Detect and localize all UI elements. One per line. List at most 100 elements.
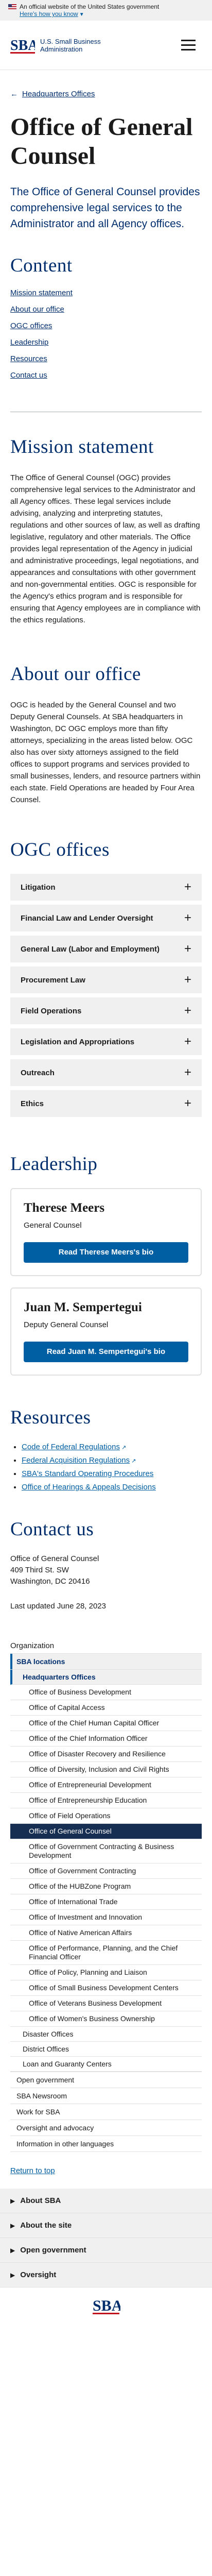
- contact-heading: Contact us: [10, 1519, 94, 1540]
- chevron-right-icon: ▶: [10, 2246, 15, 2254]
- page-lede: The Office of General Counsel provides c…: [10, 186, 200, 230]
- sidenav-item[interactable]: Office of Government Contracting: [10, 1863, 202, 1879]
- accordion-label: Ethics: [21, 1099, 44, 1108]
- resource-link-far[interactable]: Federal Acquisition Regulations: [22, 1456, 130, 1465]
- sidenav-item[interactable]: Office of the HUBZone Program: [10, 1879, 202, 1894]
- toc-link-contact-us[interactable]: Contact us: [10, 371, 47, 380]
- sidenav-item[interactable]: Office of the Chief Information Officer: [10, 1731, 202, 1747]
- sba-logo-link[interactable]: SBA U.S. Small Business Administration: [10, 36, 101, 55]
- toc-link-ogc-offices[interactable]: OGC offices: [10, 321, 52, 330]
- content-heading: Content: [10, 255, 73, 276]
- sidenav-sba-locations[interactable]: SBA locations: [10, 1654, 202, 1669]
- footer-label: Oversight: [20, 2270, 57, 2279]
- address-line: Office of General Counsel: [10, 1554, 99, 1563]
- plus-icon: +: [184, 973, 191, 987]
- toc-link-about-our-office[interactable]: About our office: [10, 305, 64, 314]
- last-updated: Last updated June 28, 2023: [10, 1602, 106, 1611]
- return-to-top-link[interactable]: Return to top: [10, 2166, 202, 2175]
- menu-button[interactable]: [181, 35, 202, 56]
- sidenav-item-current[interactable]: Office of General Counsel: [10, 1824, 202, 1839]
- sidenav-item[interactable]: Office of Business Development: [10, 1685, 202, 1700]
- sba-logo-text: U.S. Small Business Administration: [40, 38, 101, 53]
- resource-link-sop[interactable]: SBA's Standard Operating Procedures: [22, 1469, 153, 1478]
- external-link-icon: ↗: [131, 1458, 136, 1464]
- footer-accordion-about-sba[interactable]: ▶ About SBA: [0, 2189, 212, 2213]
- accordion-item-field-operations[interactable]: Field Operations +: [10, 997, 202, 1024]
- plus-icon: +: [184, 911, 191, 925]
- sidenav-disaster-offices[interactable]: Disaster Offices: [10, 2027, 202, 2042]
- accordion-label: Outreach: [21, 1068, 55, 1077]
- chevron-down-icon: ▼: [79, 12, 84, 18]
- sidenav-oversight-advocacy[interactable]: Oversight and advocacy: [10, 2120, 202, 2136]
- sidenav-item[interactable]: Office of Field Operations: [10, 1808, 202, 1824]
- toc-link-leadership[interactable]: Leadership: [10, 338, 48, 347]
- accordion-item-procurement-law[interactable]: Procurement Law +: [10, 967, 202, 993]
- hamburger-icon: [181, 49, 196, 50]
- sidenav-item[interactable]: Office of Diversity, Inclusion and Civil…: [10, 1762, 202, 1777]
- sidenav-work-for-sba[interactable]: Work for SBA: [10, 2104, 202, 2120]
- accordion-item-legislation[interactable]: Legislation and Appropriations +: [10, 1028, 202, 1055]
- site-header: SBA U.S. Small Business Administration: [0, 21, 212, 70]
- sba-logo-icon: SBA: [10, 38, 35, 54]
- sidenav-item[interactable]: Office of Entrepreneurial Development: [10, 1777, 202, 1793]
- sidenav-headquarters-offices[interactable]: Headquarters Offices: [10, 1670, 202, 1685]
- sidenav-hq-list: Office of Business Development Office of…: [10, 1685, 202, 2027]
- toc-link-mission-statement[interactable]: Mission statement: [10, 289, 73, 297]
- resource-link-cfr[interactable]: Code of Federal Regulations: [22, 1443, 120, 1451]
- sidenav-district-offices[interactable]: District Offices: [10, 2042, 202, 2057]
- sidenav-item[interactable]: Office of Performance, Planning, and the…: [10, 1941, 202, 1965]
- resource-link-oha[interactable]: Office of Hearings & Appeals Decisions: [22, 1483, 156, 1492]
- about-heading: About our office: [10, 664, 141, 685]
- sidenav-item[interactable]: Office of Entrepreneurship Education: [10, 1793, 202, 1808]
- sidenav-item[interactable]: Office of Native American Affairs: [10, 1925, 202, 1941]
- accordion-item-financial-law[interactable]: Financial Law and Lender Oversight +: [10, 905, 202, 931]
- sidenav-loan-guaranty-centers[interactable]: Loan and Guaranty Centers: [10, 2057, 202, 2072]
- sidenav-item[interactable]: Office of Small Business Development Cen…: [10, 1980, 202, 1996]
- leader-name: Therese Meers: [24, 1201, 105, 1215]
- chevron-right-icon: ▶: [10, 2222, 15, 2229]
- external-link-icon: ↗: [121, 1445, 127, 1451]
- site-footer: ▶ About SBA ▶ About the site ▶ Open governm…: [0, 2189, 212, 2324]
- sidenav-item[interactable]: Office of Capital Access: [10, 1700, 202, 1716]
- sidenav-item[interactable]: Office of the Chief Human Capital Office…: [10, 1716, 202, 1731]
- sidenav-item[interactable]: Office of Women's Business Ownership: [10, 2011, 202, 2027]
- leader-role: General Counsel: [24, 1221, 82, 1230]
- sidenav-open-government[interactable]: Open government: [10, 2072, 202, 2088]
- leader-role: Deputy General Counsel: [24, 1320, 109, 1329]
- sidenav-item[interactable]: Office of Disaster Recovery and Resilien…: [10, 1747, 202, 1762]
- sidenav-item[interactable]: Office of Investment and Innovation: [10, 1910, 202, 1925]
- resource-label: Federal Acquisition Regulations: [22, 1456, 130, 1465]
- footer-label: About the site: [20, 2221, 72, 2230]
- plus-icon: +: [184, 1096, 191, 1110]
- sidenav-other-languages[interactable]: Information in other languages: [10, 2136, 202, 2151]
- heres-how-label: Here's how you know: [20, 10, 78, 18]
- sidenav-item[interactable]: Office of Policy, Planning and Liaison: [10, 1965, 202, 1980]
- mission-text: The Office of General Counsel (OGC) prov…: [10, 473, 201, 624]
- read-bio-button[interactable]: Read Therese Meers's bio: [24, 1242, 188, 1263]
- address-line: 409 Third St. SW: [10, 1566, 69, 1574]
- hamburger-icon: [181, 44, 196, 46]
- breadcrumb-link-headquarters-offices[interactable]: Headquarters Offices: [22, 90, 95, 98]
- accordion-item-outreach[interactable]: Outreach +: [10, 1059, 202, 1086]
- accordion-item-ethics[interactable]: Ethics +: [10, 1090, 202, 1117]
- accordion-item-litigation[interactable]: Litigation +: [10, 874, 202, 901]
- accordion-label: Field Operations: [21, 1006, 82, 1015]
- read-bio-button[interactable]: Read Juan M. Sempertegui's bio: [24, 1342, 188, 1362]
- accordion-item-general-law[interactable]: General Law (Labor and Employment) +: [10, 936, 202, 962]
- sidenav-item[interactable]: Office of Government Contracting & Busin…: [10, 1839, 202, 1863]
- sidenav-item[interactable]: Office of Veterans Business Development: [10, 1996, 202, 2011]
- heres-how-you-know-link[interactable]: Here's how you know ▼: [20, 10, 84, 18]
- footer-logo-area: SBA: [0, 2287, 212, 2324]
- chevron-right-icon: ▶: [10, 2197, 15, 2205]
- accordion-label: General Law (Labor and Employment): [21, 944, 160, 954]
- accordion-label: Procurement Law: [21, 975, 85, 985]
- sidenav-item[interactable]: Office of International Trade: [10, 1894, 202, 1910]
- plus-icon: +: [184, 880, 191, 894]
- sidenav-sba-newsroom[interactable]: SBA Newsroom: [10, 2088, 202, 2104]
- page-title: Office of General Counsel: [10, 113, 193, 170]
- toc-link-resources[interactable]: Resources: [10, 354, 47, 363]
- footer-accordion-about-site[interactable]: ▶ About the site: [0, 2213, 212, 2238]
- sidenav-label: Organization: [10, 1641, 55, 1650]
- footer-accordion-oversight[interactable]: ▶ Oversight: [0, 2263, 212, 2287]
- footer-accordion-open-government[interactable]: ▶ Open government: [0, 2238, 212, 2263]
